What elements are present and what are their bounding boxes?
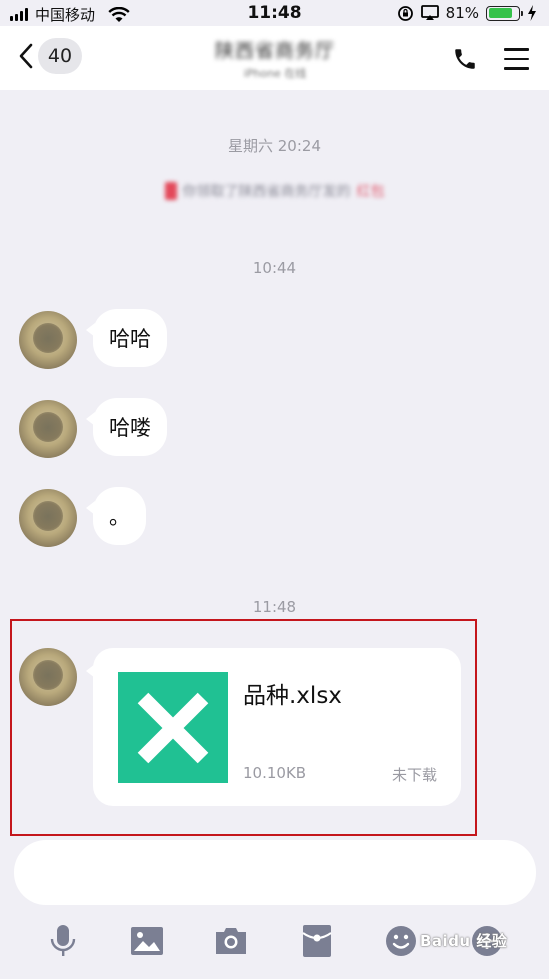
- watermark: Baidu 经验: [420, 932, 508, 950]
- image-icon[interactable]: [130, 923, 164, 959]
- chat-title: 陕西省商务厅: [214, 40, 335, 62]
- red-packet-link[interactable]: 红包: [357, 181, 385, 201]
- file-message-card[interactable]: 品种.xlsx 10.10KB 未下载: [86, 648, 461, 806]
- excel-file-icon: [118, 672, 228, 783]
- battery-percent: 81%: [445, 4, 479, 22]
- charging-icon: [528, 5, 536, 21]
- red-packet-icon[interactable]: [300, 923, 334, 959]
- message-input[interactable]: [14, 840, 536, 905]
- avatar[interactable]: [19, 489, 77, 547]
- message-bubble[interactable]: 哈喽: [86, 398, 167, 456]
- back-chevron-icon: [19, 43, 33, 69]
- phone-icon[interactable]: [452, 46, 478, 72]
- microphone-icon[interactable]: [46, 923, 80, 959]
- status-right: 81%: [397, 4, 537, 22]
- rotation-lock-icon: [397, 5, 413, 21]
- battery-level: [488, 8, 512, 18]
- avatar[interactable]: [19, 648, 77, 706]
- message-bubble[interactable]: 。: [86, 487, 146, 545]
- emoji-icon[interactable]: [384, 923, 418, 959]
- airplay-icon: [420, 5, 439, 20]
- message-text: 哈哈: [109, 327, 151, 351]
- chat-header: 40 陕西省商务厅 iPhone 在线: [0, 26, 549, 90]
- chat-subtitle: iPhone 在线: [243, 67, 307, 80]
- timestamp: 星期六 20:24: [228, 137, 321, 155]
- camera-icon[interactable]: [214, 923, 248, 959]
- message-text: 。: [109, 505, 130, 529]
- download-status: 未下载: [391, 766, 437, 784]
- message-text: 哈喽: [109, 416, 151, 440]
- system-notice: 你领取了陕西省商务厅发的 红包: [0, 181, 549, 204]
- message-bubble[interactable]: 哈哈: [86, 309, 167, 367]
- system-notice-text: 你领取了陕西省商务厅发的: [182, 184, 351, 200]
- battery-icon: [486, 5, 523, 21]
- unread-count-badge: 40: [38, 38, 82, 74]
- menu-icon[interactable]: [504, 48, 529, 77]
- red-packet-icon: [164, 182, 177, 200]
- avatar[interactable]: [19, 311, 77, 369]
- file-size: 10.10KB: [243, 764, 307, 782]
- avatar[interactable]: [19, 400, 77, 458]
- back-button[interactable]: 40: [18, 38, 82, 74]
- status-bar: 中国移动 11:48 81%: [0, 0, 549, 26]
- timestamp: 10:44: [252, 259, 297, 277]
- timestamp: 11:48: [252, 598, 297, 616]
- chat-title-area[interactable]: 陕西省商务厅 iPhone 在线: [150, 36, 400, 81]
- file-name: 品种.xlsx: [243, 683, 342, 709]
